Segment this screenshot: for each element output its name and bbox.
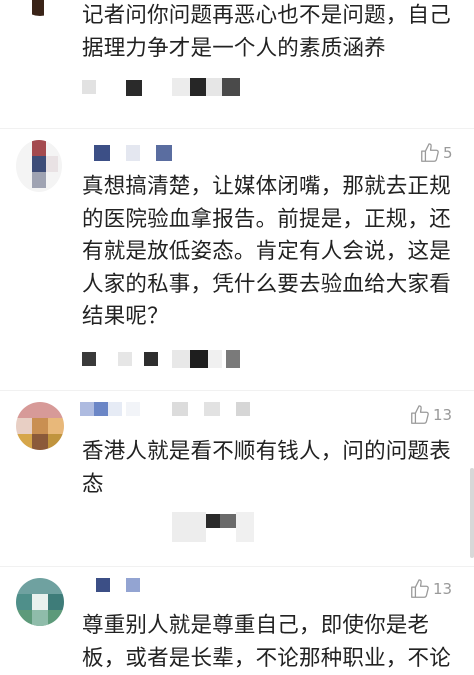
thumbs-up-icon	[409, 404, 431, 426]
like-count: 13	[433, 406, 453, 424]
thumbs-up-icon	[419, 142, 441, 164]
avatar[interactable]	[16, 402, 64, 450]
thumbs-up-icon	[409, 578, 431, 600]
like-button[interactable]: 5	[419, 142, 453, 164]
like-count: 5	[443, 144, 453, 162]
avatar[interactable]	[18, 0, 62, 16]
like-button[interactable]: 13	[409, 404, 452, 426]
like-button[interactable]: 13	[409, 578, 452, 600]
scrollbar[interactable]	[470, 468, 474, 558]
like-count: 13	[433, 580, 453, 598]
comment-text: 记者问你问题再恶心也不是问题，自己 据理力争才是一个人的素质涵养	[82, 3, 451, 61]
avatar[interactable]	[16, 578, 64, 626]
comment-text: 真想搞清楚，让媒体闭嘴，那就去正规 的医院验血拿报告。前提是，正规，还 有就是放…	[82, 174, 451, 329]
avatar[interactable]	[16, 140, 62, 192]
comment-text: 尊重别人就是尊重自己，即使你是老 板，或者是长辈，不论那种职业，不论	[82, 613, 451, 671]
comment-text: 香港人就是看不顺有钱人，问的问题表 态	[82, 439, 451, 497]
